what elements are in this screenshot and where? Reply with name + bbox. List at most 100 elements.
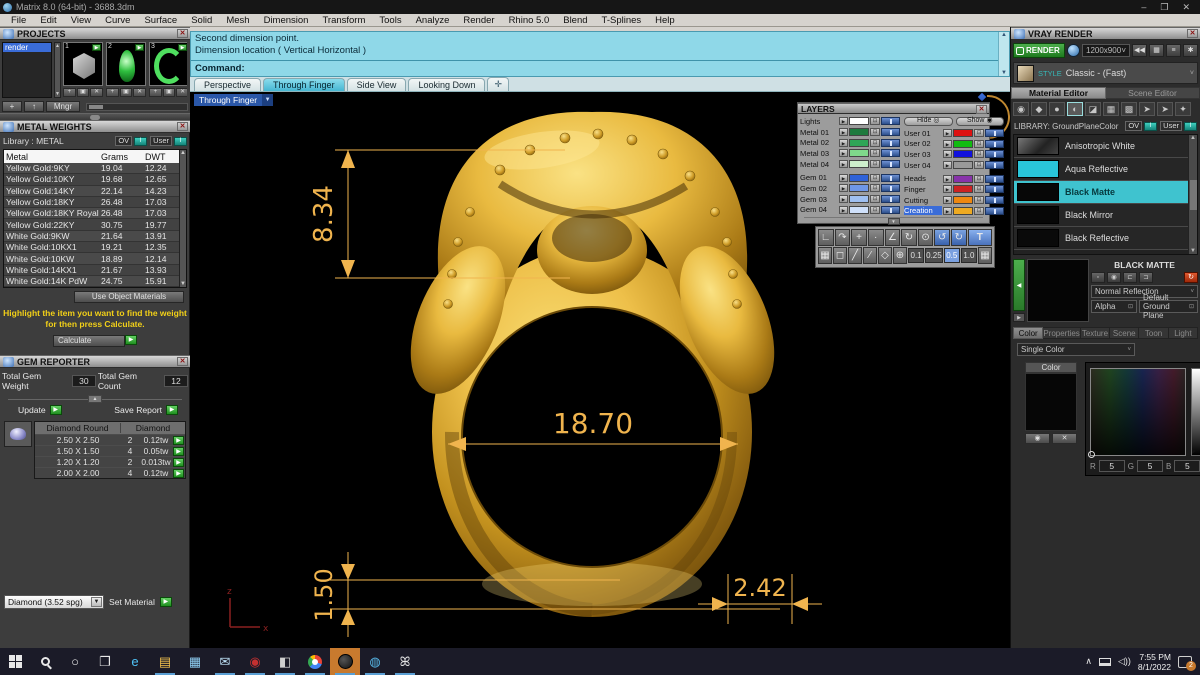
gem-table-row[interactable]: 2.50 X 2.50 2 0.12tw ▶ xyxy=(35,434,185,445)
layer-color-swatch[interactable] xyxy=(953,161,973,170)
layer-color-swatch[interactable] xyxy=(849,184,869,193)
layer-expand-icon[interactable]: ▶ xyxy=(943,196,952,205)
save-report-button[interactable]: ▶ xyxy=(166,405,178,415)
menu-surface[interactable]: Surface xyxy=(137,15,184,26)
tab-looking-down[interactable]: Looking Down xyxy=(408,78,486,91)
layer-lock-icon[interactable]: ⊡ xyxy=(974,196,984,205)
cross-snap-icon[interactable]: + xyxy=(851,229,867,246)
project-list[interactable]: render xyxy=(2,42,52,98)
grid-end-icon[interactable]: ▦ xyxy=(977,247,992,264)
menu-dimension[interactable]: Dimension xyxy=(257,15,316,26)
gem-reporter-close-icon[interactable]: ✕ xyxy=(177,357,188,366)
project-thumbnail[interactable]: 2 ▶ + ▣ ✕ xyxy=(106,42,147,98)
layer-visibility-toggle[interactable] xyxy=(881,128,900,137)
tangent-snap-icon[interactable]: ↷ xyxy=(834,229,851,246)
transparency-icon[interactable]: ◪ xyxy=(1085,102,1101,116)
layer-color-swatch[interactable] xyxy=(849,205,869,214)
layer-expand-icon[interactable]: ▶ xyxy=(943,129,952,138)
undo-view-icon[interactable]: ↺ xyxy=(934,229,950,246)
chrome-icon[interactable] xyxy=(300,648,330,675)
layer-name[interactable]: Cutting xyxy=(904,196,942,205)
tab-toon[interactable]: Toon xyxy=(1139,327,1169,339)
layer-color-swatch[interactable] xyxy=(849,117,869,126)
layer-color-swatch[interactable] xyxy=(953,206,973,215)
tab-perspective[interactable]: Perspective xyxy=(194,78,262,91)
tab-properties[interactable]: Properties xyxy=(1043,327,1081,339)
layer-lock-icon[interactable]: ⊡ xyxy=(870,160,880,169)
gem-table-row[interactable]: 1.20 X 1.20 2 0.013tw ▶ xyxy=(35,456,185,467)
tab-scene[interactable]: Scene xyxy=(1110,327,1140,339)
menu-rhino-5-0[interactable]: Rhino 5.0 xyxy=(502,15,557,26)
render-button[interactable]: RENDER xyxy=(1013,43,1065,58)
point-snap-icon[interactable]: · xyxy=(867,229,884,246)
color-gradient-field[interactable] xyxy=(1088,368,1186,458)
material-user-toggle[interactable]: User I xyxy=(1160,121,1197,131)
light-material-icon[interactable]: ✦ xyxy=(1175,102,1191,116)
metal-table-row[interactable]: Yellow Gold:18KY 26.48 17.03 xyxy=(4,196,179,209)
gem-material-icon[interactable]: ◆ xyxy=(1031,102,1047,116)
center-snap-icon[interactable]: ⊙ xyxy=(917,229,934,246)
layer-visibility-toggle[interactable] xyxy=(985,139,1004,148)
app-gray-icon[interactable]: ◧ xyxy=(270,648,300,675)
layer-expand-icon[interactable]: ▶ xyxy=(943,150,952,159)
layer-name[interactable]: Gem 01 xyxy=(800,173,838,182)
chevron-down-icon[interactable]: ˅ xyxy=(1190,70,1194,77)
cortana-icon[interactable]: ○ xyxy=(60,648,90,675)
metal-table-row[interactable]: Yellow Gold:18KY Royal 26.48 17.03 xyxy=(4,208,179,220)
tab-texture[interactable]: Texture xyxy=(1080,327,1111,339)
thumb-save-icon[interactable]: ▣ xyxy=(162,88,176,97)
layer-color-swatch[interactable] xyxy=(849,160,869,169)
preview-option3-icon[interactable]: ⊏ xyxy=(1123,272,1137,283)
layer-expand-icon[interactable]: ▶ xyxy=(839,160,848,169)
layer-visibility-toggle[interactable] xyxy=(881,149,900,158)
tab-color[interactable]: Color xyxy=(1013,327,1044,339)
matrix-icon[interactable] xyxy=(330,648,360,675)
layers-collapse-handle[interactable]: ▼ xyxy=(887,218,900,226)
thumbnail-render-icon[interactable]: ▶ xyxy=(92,44,101,51)
basic-material-icon[interactable]: ● xyxy=(1049,102,1065,116)
menu-help[interactable]: Help xyxy=(648,15,682,26)
layer-color-swatch[interactable] xyxy=(953,139,973,148)
layer-visibility-toggle[interactable] xyxy=(985,174,1004,183)
menu-mesh[interactable]: Mesh xyxy=(219,15,256,26)
chevron-down-icon[interactable]: ▼ xyxy=(262,94,274,106)
layer-visibility-toggle[interactable] xyxy=(985,206,1004,215)
gem-table-row[interactable]: 1.50 X 1.50 4 0.05tw ▶ xyxy=(35,445,185,456)
layer-lock-icon[interactable]: ⊡ xyxy=(974,161,984,170)
minimize-button[interactable]: – xyxy=(1141,2,1146,13)
edge-icon[interactable]: e xyxy=(120,648,150,675)
material-item-anisotropic-white[interactable]: Anisotropic White xyxy=(1014,135,1188,158)
layer-name[interactable]: Metal 02 xyxy=(800,138,838,147)
gem-row-action-button[interactable]: ▶ xyxy=(173,468,184,478)
network-icon[interactable] xyxy=(1098,657,1111,666)
menu-t-splines[interactable]: T-Splines xyxy=(595,15,649,26)
layer-visibility-toggle[interactable] xyxy=(985,129,1004,138)
layer-lock-icon[interactable]: ⊡ xyxy=(870,138,880,147)
tab-material-editor[interactable]: Material Editor xyxy=(1011,87,1106,99)
metal-weights-close-icon[interactable]: ✕ xyxy=(177,122,188,131)
metal-table-row[interactable]: White Gold:10KX1 19.21 12.35 xyxy=(4,242,179,254)
metal-table-row[interactable]: White Gold:10KW 18.89 12.14 xyxy=(4,253,179,265)
layer-color-swatch[interactable] xyxy=(953,196,973,205)
tab-through-finger[interactable]: Through Finger xyxy=(263,78,345,91)
layer-lock-icon[interactable]: ⊡ xyxy=(870,205,880,214)
menu-curve[interactable]: Curve xyxy=(98,15,137,26)
box-mode-icon[interactable]: ◻ xyxy=(833,247,847,264)
project-thumbnail[interactable]: 3 ▶ + ▣ ✕ xyxy=(149,42,187,98)
metal-table-row[interactable]: White Gold:9KW 21.64 13.91 xyxy=(4,230,179,243)
pattern-icon[interactable]: ▦ xyxy=(1103,102,1119,116)
vray-close-icon[interactable]: ✕ xyxy=(1187,29,1198,38)
start-button[interactable] xyxy=(0,648,30,675)
menu-blend[interactable]: Blend xyxy=(556,15,594,26)
panel-splitter[interactable] xyxy=(0,113,190,120)
r-value[interactable]: 5 xyxy=(1098,460,1125,472)
layer-visibility-toggle[interactable] xyxy=(881,173,900,182)
calculate-arrow-icon[interactable]: ▶ xyxy=(125,335,137,346)
text-tool-button[interactable]: T xyxy=(967,229,993,246)
layer-lock-icon[interactable]: ⊡ xyxy=(870,117,880,126)
metal-material-icon[interactable]: ◉ xyxy=(1013,102,1029,116)
layer-name[interactable]: Lights xyxy=(800,117,838,126)
render-window-icon[interactable]: ▦ xyxy=(1149,44,1164,57)
color-mode-dropdown[interactable]: Single Color ˅ xyxy=(1017,343,1135,356)
layer-name[interactable]: Gem 04 xyxy=(800,205,838,214)
